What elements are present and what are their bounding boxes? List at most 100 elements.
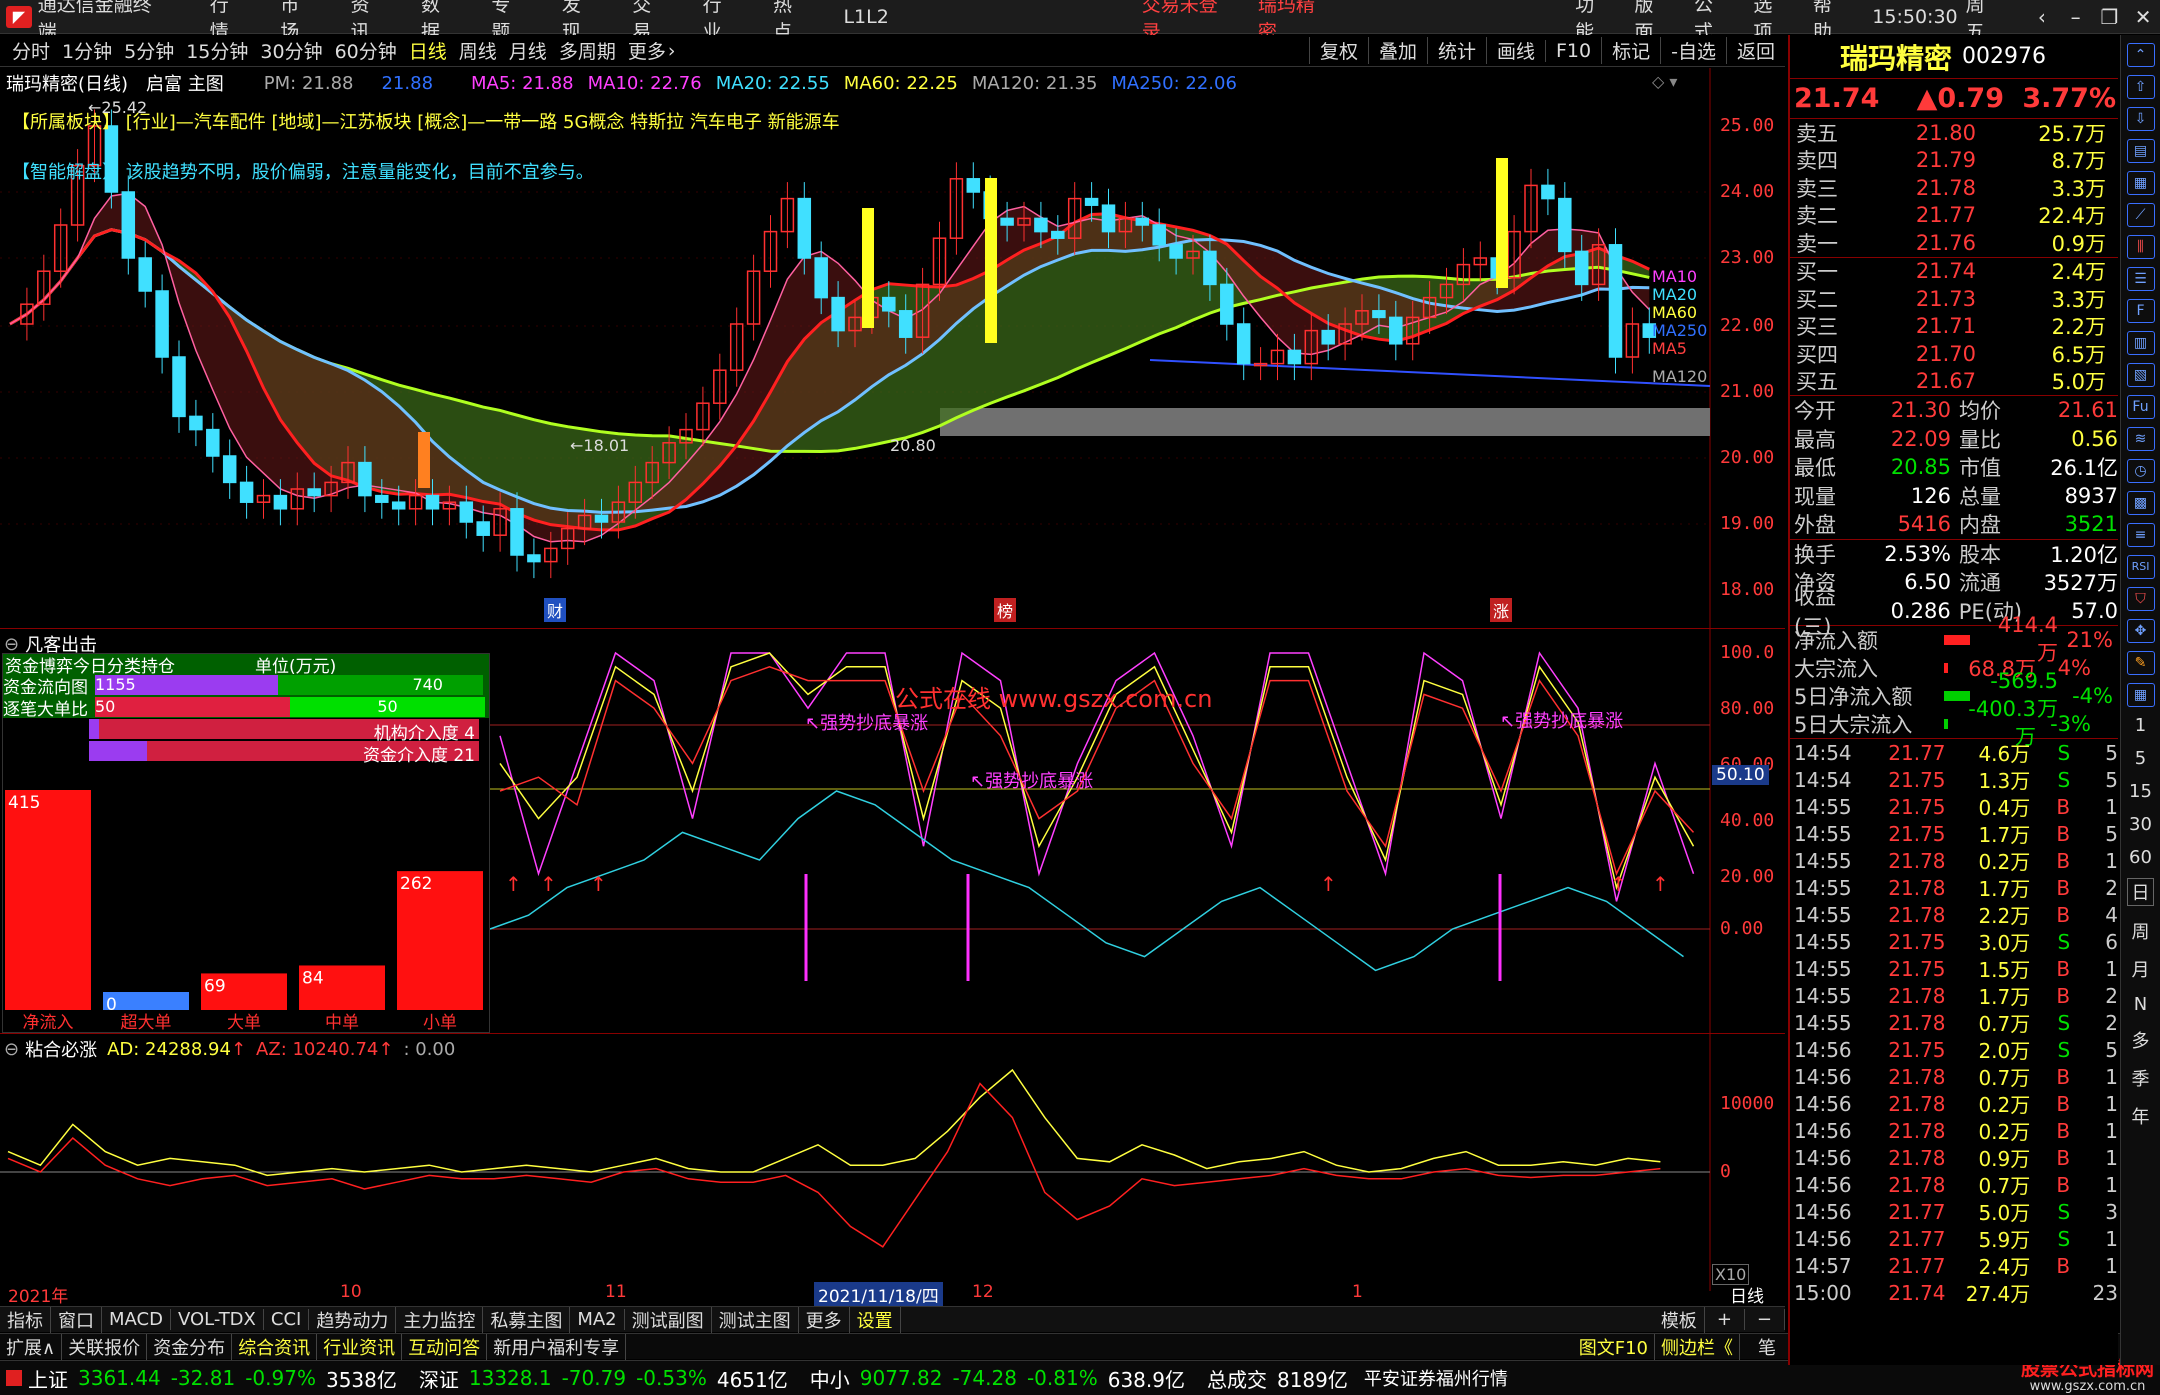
strip-30[interactable]: 30 [2121,814,2160,835]
strip-60[interactable]: 60 [2121,847,2160,868]
template-button[interactable]: 模板 [1654,1306,1705,1333]
tool-mark[interactable]: 标记 [1601,37,1660,64]
tab-settings[interactable]: 设置 [850,1306,901,1333]
period-5min[interactable]: 5分钟 [124,37,174,64]
tool-adjust[interactable]: 复权 [1308,37,1368,64]
table-icon[interactable]: ▥ [2126,331,2155,355]
period-30min[interactable]: 30分钟 [260,37,322,64]
tab-trades[interactable]: 笔 [1740,1333,1795,1360]
period-60min[interactable]: 60分钟 [335,37,397,64]
menu-l1l2[interactable]: L1L2 [843,6,888,28]
signal-icon[interactable]: ≡ [2126,523,2155,547]
minimize-icon[interactable]: – [2059,5,2093,29]
tab-related[interactable]: 关联报价 [62,1333,148,1360]
tab-monitor[interactable]: 主力监控 [396,1306,484,1333]
tab-expand[interactable]: 扩展∧ [0,1333,63,1360]
tool-overlay[interactable]: 叠加 [1367,37,1427,64]
tab-indicator[interactable]: 指标 [0,1306,51,1333]
tab-test-main[interactable]: 测试主图 [712,1306,799,1333]
tab-test-sub[interactable]: 测试副图 [625,1306,712,1333]
line-chart-icon[interactable]: ⟋ [2126,203,2155,227]
ask-row[interactable]: 卖五 21.80 25.7万 [1790,119,2118,147]
tick-list[interactable]: 14:54 21.77 4.6万 S 5 14:54 21.75 1.3万 S 5 14:55 21.… [1790,739,2118,1307]
shield-icon[interactable]: ⛉ [2126,587,2155,611]
event-tag-rank[interactable]: 榜 [994,598,1017,622]
ask-row[interactable]: 卖一 21.76 0.9万 [1790,229,2118,257]
tab-window[interactable]: 窗口 [51,1306,102,1333]
strip-quarter[interactable]: 季 [2121,1065,2160,1091]
tab-macd[interactable]: MACD [102,1309,171,1330]
strip-15[interactable]: 15 [2121,781,2160,802]
tab-cci[interactable]: CCI [264,1309,310,1330]
tab-qa[interactable]: 互动问答 [402,1333,488,1360]
period-intraday[interactable]: 分时 [12,37,50,64]
f10-icon[interactable]: F [2126,299,2155,323]
remove-panel-button[interactable]: − [1745,1309,1785,1330]
ad-collapse-icon[interactable]: ⊖ [4,1039,19,1060]
strip-multi[interactable]: 多 [2121,1027,2160,1053]
collapse-up-icon[interactable]: ⌃ [2126,43,2155,67]
compare-icon[interactable]: ≋ [2126,427,2155,451]
event-tag-limitup[interactable]: 涨 [1490,598,1513,622]
period-monthly[interactable]: 月线 [509,37,547,64]
clock-icon[interactable]: ◷ [2126,459,2155,483]
tab-new-user[interactable]: 新用户福利专享 [487,1333,627,1360]
tab-industry-news[interactable]: 行业资讯 [317,1333,403,1360]
ask-row[interactable]: 卖三 21.78 3.3万 [1790,174,2118,202]
ad-panel[interactable]: ⊖ 粘合必涨 AD: 24288.94 ↑ AZ: 10240.74 ↑ : 0… [0,1033,1785,1291]
period-15min[interactable]: 15分钟 [186,37,248,64]
sz-label[interactable]: 深证 [419,1364,459,1393]
strip-5[interactable]: 5 [2121,748,2160,769]
arrow-up-icon[interactable]: ⇧ [2126,75,2155,99]
rsi-icon[interactable]: RSI [2126,555,2155,579]
period-daily[interactable]: 日线 [409,37,447,64]
period-more[interactable]: 更多 [628,37,666,64]
candle-icon[interactable]: ⫼ [2126,235,2155,259]
tab-ma2[interactable]: MA2 [570,1309,625,1330]
restore-icon[interactable]: ❐ [2093,5,2127,29]
back-icon[interactable]: ‹ [2025,5,2059,29]
calculator-icon[interactable]: ▦ [2126,683,2155,707]
period-multi[interactable]: 多周期 [559,37,616,64]
more-chevron-icon[interactable]: › [668,40,676,62]
strip-n[interactable]: N [2121,994,2160,1015]
tab-private[interactable]: 私募主图 [483,1306,571,1333]
move-icon[interactable]: ✥ [2126,619,2155,643]
ask-row[interactable]: 卖四 21.79 8.7万 [1790,147,2118,175]
pen-icon[interactable]: ✎ [2126,651,2155,675]
tool-f10[interactable]: F10 [1545,39,1601,62]
bid-row[interactable]: 买五 21.67 5.0万 [1790,368,2118,396]
bid-row[interactable]: 买一 21.74 2.4万 [1790,258,2118,286]
zx-label[interactable]: 中小 [810,1364,850,1393]
list-icon[interactable]: ☰ [2126,267,2155,291]
period-1min[interactable]: 1分钟 [62,37,112,64]
bid-row[interactable]: 买四 21.70 6.5万 [1790,340,2118,368]
strip-week[interactable]: 周 [2121,918,2160,944]
strip-day[interactable]: 日 [2127,878,2154,906]
document-icon[interactable]: ▤ [2126,139,2155,163]
tool-draw[interactable]: 画线 [1485,37,1545,64]
rank-icon[interactable]: ▧ [2126,363,2155,387]
main-price-chart[interactable]: 瑞玛精密(日线) 启富 主图 PM: 21.88 21.88 MA5: 21.8… [0,68,1785,628]
tab-trend[interactable]: 趋势动力 [309,1306,397,1333]
tool-watchlist[interactable]: -自选 [1660,37,1726,64]
grid-icon[interactable]: ▦ [2126,171,2155,195]
sh-label[interactable]: 上证 [28,1364,68,1393]
ask-row[interactable]: 卖二 21.77 22.4万 [1790,202,2118,230]
strip-month[interactable]: 月 [2121,956,2160,982]
tab-fund-dist[interactable]: 资金分布 [147,1333,233,1360]
period-weekly[interactable]: 周线 [459,37,497,64]
strip-year[interactable]: 年 [2121,1103,2160,1129]
indicator-panel[interactable]: ↑ ↑ ↑ ↑ ↑ ↑ ⊖ 凡客出击 公式在线 www.gszx.com.cn ↖强势抄底… [0,628,1785,1034]
close-icon[interactable]: ✕ [2126,5,2160,29]
news-icon[interactable]: ▩ [2126,491,2155,515]
chart-options-icon[interactable]: ◇ ▾ [1652,72,1677,91]
bid-row[interactable]: 买二 21.73 3.3万 [1790,285,2118,313]
tool-back[interactable]: 返回 [1725,37,1785,64]
tab-general-news[interactable]: 综合资讯 [232,1333,318,1360]
add-panel-button[interactable]: + [1705,1309,1745,1330]
strip-1min-icon[interactable]: 1 [2121,715,2160,736]
f10-button[interactable]: 图文F10 [1573,1333,1655,1360]
fund-icon[interactable]: Fu [2126,395,2155,419]
bid-row[interactable]: 买三 21.71 2.2万 [1790,313,2118,341]
